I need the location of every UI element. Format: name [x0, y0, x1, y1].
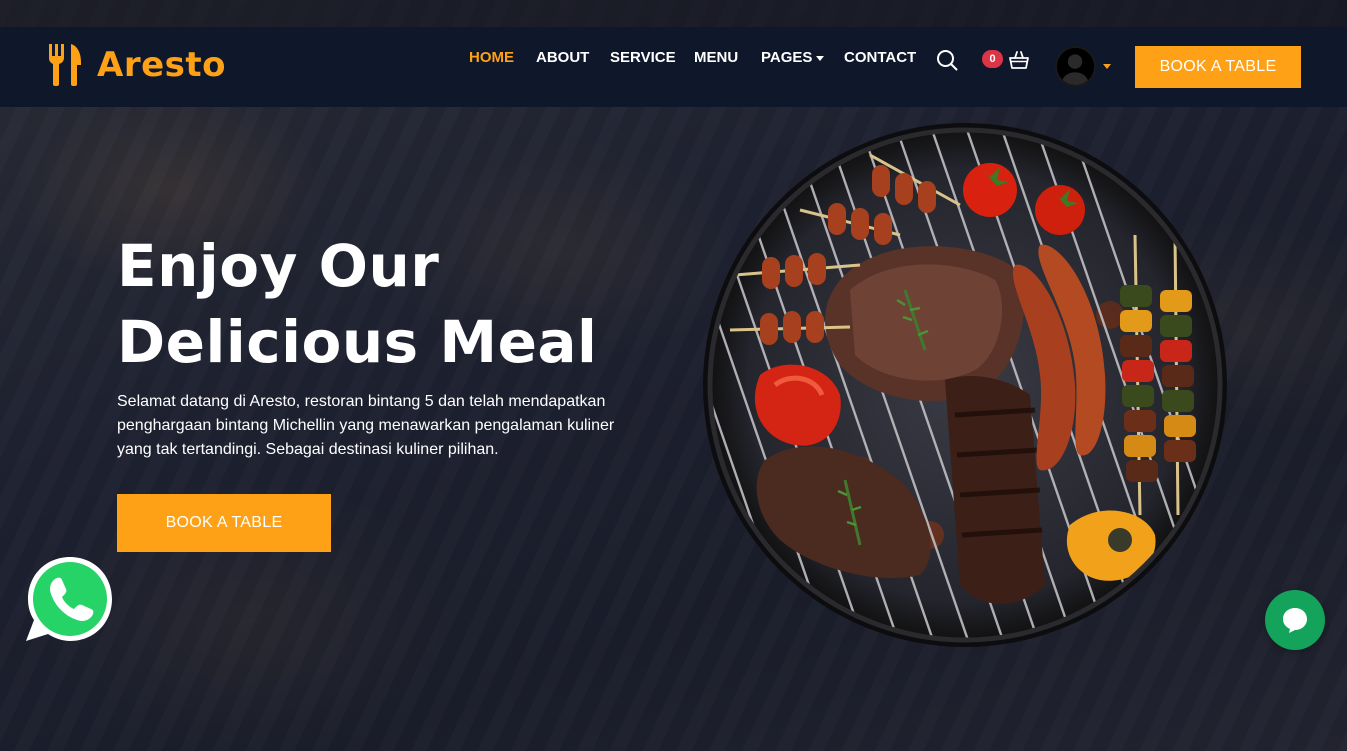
whatsapp-icon[interactable] — [24, 553, 116, 645]
grill-image — [703, 123, 1227, 647]
nav-service[interactable]: SERVICE — [610, 49, 676, 66]
hero-title-line1: Enjoy Our — [117, 232, 440, 300]
nav-pages-label: PAGES — [761, 49, 813, 66]
cart-button[interactable]: 0 — [982, 49, 1032, 73]
user-avatar-icon — [1057, 48, 1094, 85]
utensils-icon — [48, 44, 81, 86]
top-strip — [0, 0, 1347, 27]
book-table-hero-button[interactable]: BOOK A TABLE — [117, 494, 331, 552]
nav-home[interactable]: HOME — [469, 49, 514, 66]
brand-name: Aresto — [97, 45, 226, 85]
search-icon[interactable] — [936, 49, 958, 71]
nav-contact[interactable]: CONTACT — [844, 49, 916, 66]
chevron-down-icon — [816, 55, 825, 61]
chevron-down-icon — [1103, 64, 1111, 69]
book-table-nav-button[interactable]: BOOK A TABLE — [1135, 46, 1301, 88]
nav-pages-dropdown[interactable]: PAGES — [761, 49, 825, 66]
avatar — [1055, 46, 1096, 87]
hero-title-line2: Delicious Meal — [117, 308, 598, 376]
hero-description: Selamat datang di Aresto, restoran binta… — [117, 393, 615, 458]
nav-menu-link[interactable]: MENU — [694, 49, 738, 66]
cart-count-badge: 0 — [982, 50, 1003, 68]
nav-about[interactable]: ABOUT — [536, 49, 589, 66]
chat-button[interactable] — [1265, 590, 1325, 650]
hero-title: Enjoy Our Delicious Meal — [117, 228, 597, 380]
cart-icon — [1009, 51, 1029, 69]
chat-icon — [1283, 608, 1307, 633]
navbar: Aresto HOME ABOUT SERVICE MENU PAGES CON… — [0, 27, 1347, 107]
user-menu[interactable] — [1055, 46, 1115, 88]
brand-logo[interactable]: Aresto — [47, 44, 226, 86]
